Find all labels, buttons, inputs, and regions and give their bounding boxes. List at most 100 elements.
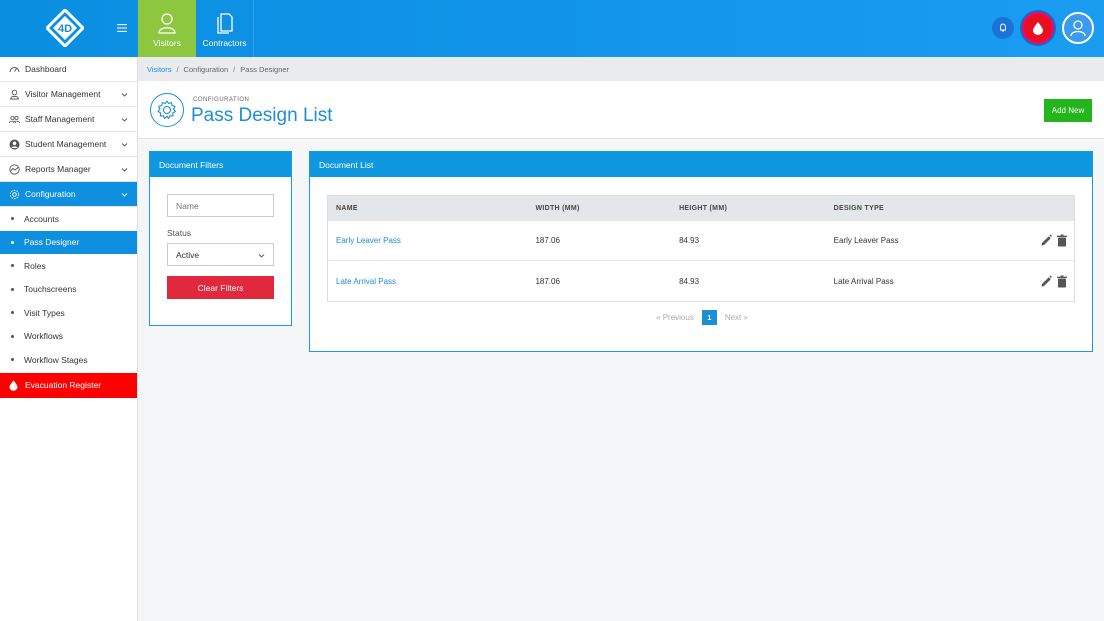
dashboard-icon: [9, 66, 20, 72]
cell-design-type: Early Leaver Pass: [833, 236, 899, 245]
cell-height: 84.93: [679, 236, 700, 245]
sidebar-item-label: Configuration: [25, 189, 76, 199]
sidebar-item-label: Dashboard: [25, 64, 67, 74]
sidebar-subitem-label: Workflow Stages: [24, 354, 88, 365]
column-header-design-type[interactable]: DESIGN TYPE: [826, 205, 1025, 212]
breadcrumb: Visitors / Configuration / Pass Designer: [138, 57, 1104, 81]
sidebar-item-dashboard[interactable]: Dashboard: [0, 57, 137, 82]
topnav-visitors[interactable]: Visitors: [138, 0, 196, 57]
sidebar-subitem-touchscreens[interactable]: Touchscreens: [0, 278, 137, 302]
visitor-icon: [10, 89, 19, 99]
sidebar-item-staff-management[interactable]: Staff Management: [0, 107, 137, 132]
document-icon: [216, 13, 233, 34]
sidebar-item-label: Visitor Management: [25, 89, 101, 99]
page-icon: [150, 93, 184, 127]
pagination-next[interactable]: Next »: [725, 313, 748, 322]
status-select-value: Active: [176, 249, 200, 260]
table-row: Early Leaver Pass 187.06 84.93 Early Lea…: [328, 221, 1074, 261]
edit-pencil-icon[interactable]: [1040, 275, 1052, 288]
page-title: Pass Design List: [191, 105, 333, 126]
cell-width: 187.06: [535, 236, 560, 245]
sidebar-subitem-label: Workflows: [24, 331, 64, 342]
drop-icon: [9, 380, 18, 391]
chevron-down-icon: [121, 118, 128, 122]
sidebar-subitem-label: Roles: [24, 260, 46, 271]
topnav-visitors-label: Visitors: [153, 38, 181, 48]
sidebar-item-evacuation-register[interactable]: Evacuation Register: [0, 372, 137, 398]
sidebar-item-label: Student Management: [25, 139, 107, 149]
svg-text:4D: 4D: [58, 23, 72, 35]
sidebar-item-configuration[interactable]: Configuration: [0, 182, 137, 207]
pagination: « Previous 1 Next »: [310, 310, 1094, 325]
add-new-button[interactable]: Add New: [1044, 99, 1092, 122]
sidebar-item-label: Reports Manager: [25, 164, 91, 174]
bullet-dot: [11, 240, 14, 244]
menu-toggle-icon[interactable]: [116, 22, 128, 34]
sidebar-subitem-label: Touchscreens: [24, 284, 77, 295]
delete-trash-icon[interactable]: [1056, 234, 1068, 247]
logo[interactable]: 4D: [46, 9, 84, 47]
chevron-down-icon: [121, 193, 128, 197]
document-filters-panel: Document Filters Status Active Clear Fil…: [149, 151, 292, 326]
sidebar-subitem-roles[interactable]: Roles: [0, 254, 137, 278]
sidebar-subitem-workflows[interactable]: Workflows: [0, 325, 137, 349]
pass-design-table: NAME WIDTH (MM) HEIGHT (MM) DESIGN TYPE …: [327, 195, 1075, 302]
bullet-dot: [11, 264, 14, 268]
cell-design-type: Late Arrival Pass: [833, 276, 894, 286]
breadcrumb-separator: /: [176, 64, 179, 74]
chevron-down-icon: [258, 254, 265, 258]
column-header-width[interactable]: WIDTH (MM): [527, 205, 671, 212]
pagination-previous[interactable]: « Previous: [656, 313, 694, 322]
pagination-page-1[interactable]: 1: [701, 310, 717, 325]
sidebar-subitem-workflow-stages[interactable]: Workflow Stages: [0, 348, 137, 372]
panel-title: Document List: [310, 152, 1092, 177]
status-label: Status: [167, 228, 192, 238]
bell-icon: [1000, 23, 1006, 32]
reports-icon: [9, 163, 20, 175]
sidebar-subitem-label: Visit Types: [24, 307, 65, 318]
sidebar-subitem-pass-designer[interactable]: Pass Designer: [0, 230, 137, 254]
student-icon: [9, 139, 20, 149]
topnav-contractors[interactable]: Contractors: [196, 0, 254, 57]
breadcrumb-current: Pass Designer: [240, 64, 290, 74]
bullet-dot: [11, 334, 14, 338]
user-profile-button[interactable]: [1062, 12, 1094, 44]
sidebar-subitem-accounts[interactable]: Accounts: [0, 207, 137, 231]
cell-height: 84.93: [679, 276, 700, 286]
pass-name-link[interactable]: Early Leaver Pass: [336, 236, 401, 245]
pass-name-link[interactable]: Late Arrival Pass: [336, 277, 396, 286]
page-kicker: CONFIGURATION: [193, 97, 250, 103]
bullet-dot: [11, 217, 14, 221]
sidebar-subitem-visit-types[interactable]: Visit Types: [0, 301, 137, 325]
breadcrumb-visitors[interactable]: Visitors: [147, 65, 171, 74]
sidebar-item-student-management[interactable]: Student Management: [0, 132, 137, 157]
panel-title: Document Filters: [150, 152, 291, 177]
table-header-row: NAME WIDTH (MM) HEIGHT (MM) DESIGN TYPE: [328, 196, 1074, 221]
status-select[interactable]: Active: [167, 243, 274, 266]
bullet-dot: [11, 311, 14, 315]
sidebar-item-visitor-management[interactable]: Visitor Management: [0, 82, 137, 107]
column-header-height[interactable]: HEIGHT (MM): [671, 205, 826, 212]
name-filter-input[interactable]: [167, 194, 274, 217]
drop-icon: [1033, 22, 1043, 35]
edit-pencil-icon[interactable]: [1040, 234, 1052, 247]
bullet-dot: [11, 287, 14, 291]
gear-icon: [157, 100, 177, 120]
notifications-button[interactable]: [992, 17, 1014, 39]
column-header-name[interactable]: NAME: [328, 205, 527, 212]
sidebar-item-label: Staff Management: [25, 114, 95, 124]
page-header: CONFIGURATION Pass Design List Add New: [138, 81, 1104, 139]
topnav-contractors-label: Contractors: [202, 38, 247, 48]
evacuation-alert-button[interactable]: [1022, 12, 1054, 44]
breadcrumb-separator: /: [233, 64, 236, 74]
staff-icon: [9, 115, 20, 123]
document-list-panel: Document List NAME WIDTH (MM) HEIGHT (MM…: [309, 151, 1093, 352]
table-row: Late Arrival Pass 187.06 84.93 Late Arri…: [328, 261, 1074, 301]
delete-trash-icon[interactable]: [1056, 275, 1068, 288]
chevron-down-icon: [121, 143, 128, 147]
sidebar-item-reports-manager[interactable]: Reports Manager: [0, 157, 137, 182]
bullet-dot: [11, 358, 14, 362]
clear-filters-button[interactable]: Clear Filters: [167, 276, 274, 299]
cell-width: 187.06: [535, 276, 560, 286]
chevron-down-icon: [121, 93, 128, 97]
